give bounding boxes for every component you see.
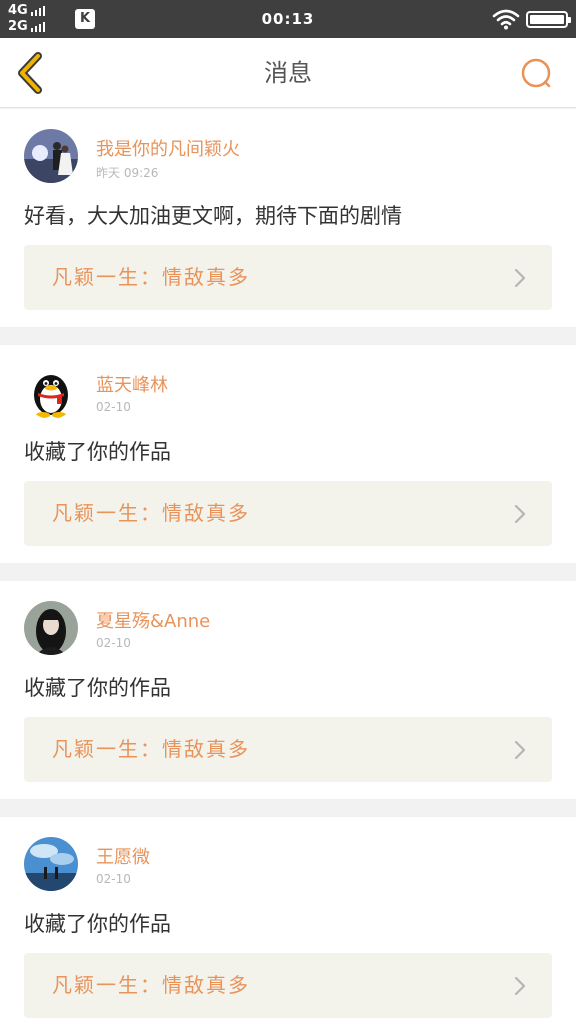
username[interactable]: 王愿微 xyxy=(96,843,150,869)
user-avatar[interactable] xyxy=(24,601,78,655)
message-text: 收藏了你的作品 xyxy=(24,440,171,464)
user-avatar[interactable] xyxy=(24,365,78,419)
message-time: 昨天 09:26 xyxy=(96,166,159,180)
status-bar: 4G 2G K 00:13 xyxy=(0,0,576,38)
message-time: 02-10 xyxy=(96,636,131,650)
divider xyxy=(0,799,576,817)
work-link[interactable]: 凡颖一生：情敌真多 xyxy=(24,245,552,310)
message-time: 02-10 xyxy=(96,400,131,414)
message-text: 收藏了你的作品 xyxy=(24,676,171,700)
user-avatar[interactable] xyxy=(24,129,78,183)
message-list: 我是你的凡间颖火 昨天 09:26 好看，大大加油更文啊，期待下面的剧情 凡颖一… xyxy=(0,109,576,1024)
work-title: 凡颖一生：情敌真多 xyxy=(52,737,250,761)
work-title: 凡颖一生：情敌真多 xyxy=(52,501,250,525)
battery-icon xyxy=(526,11,571,28)
chevron-right-icon xyxy=(514,504,526,524)
search-button[interactable] xyxy=(516,55,556,93)
message-item: 我是你的凡间颖火 昨天 09:26 好看，大大加油更文啊，期待下面的剧情 凡颖一… xyxy=(0,109,576,327)
work-title: 凡颖一生：情敌真多 xyxy=(52,973,250,997)
chevron-right-icon xyxy=(514,740,526,760)
username[interactable]: 我是你的凡间颖火 xyxy=(96,135,240,161)
message-item: 王愿微 02-10 收藏了你的作品 凡颖一生：情敌真多 xyxy=(0,817,576,1024)
message-text: 好看，大大加油更文啊，期待下面的剧情 xyxy=(24,204,402,228)
divider xyxy=(0,327,576,345)
clock: 00:13 xyxy=(261,10,315,28)
username[interactable]: 夏星殇&Anne xyxy=(96,607,210,633)
divider xyxy=(0,563,576,581)
message-time: 02-10 xyxy=(96,872,131,886)
work-link[interactable]: 凡颖一生：情敌真多 xyxy=(24,717,552,782)
chevron-right-icon xyxy=(514,268,526,288)
work-link[interactable]: 凡颖一生：情敌真多 xyxy=(24,481,552,546)
chevron-right-icon xyxy=(514,976,526,996)
username[interactable]: 蓝天峰林 xyxy=(96,371,168,397)
page-title: 消息 xyxy=(264,59,312,87)
work-link[interactable]: 凡颖一生：情敌真多 xyxy=(24,953,552,1018)
message-item: 夏星殇&Anne 02-10 收藏了你的作品 凡颖一生：情敌真多 xyxy=(0,581,576,799)
work-title: 凡颖一生：情敌真多 xyxy=(52,265,250,289)
user-avatar[interactable] xyxy=(24,837,78,891)
back-button[interactable] xyxy=(12,52,52,94)
header-bar: 消息 xyxy=(0,38,576,108)
message-item: 蓝天峰林 02-10 收藏了你的作品 凡颖一生：情敌真多 xyxy=(0,345,576,563)
message-text: 收藏了你的作品 xyxy=(24,912,171,936)
wifi-icon xyxy=(492,9,520,30)
